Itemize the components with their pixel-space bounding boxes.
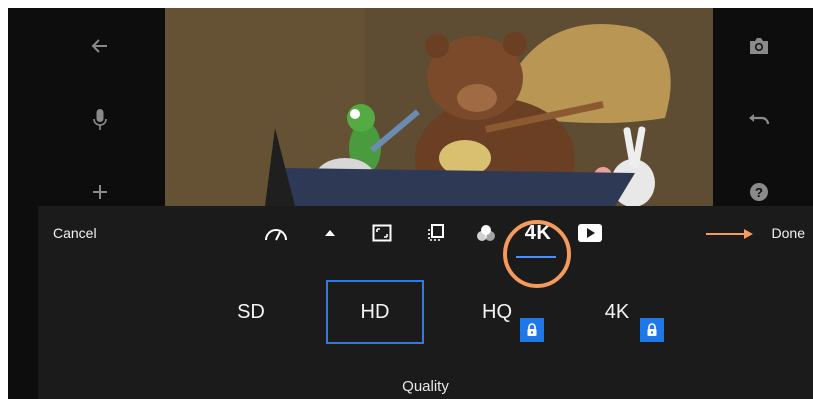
quality-option-label: HD: [360, 300, 390, 323]
right-rail: ?: [713, 8, 813, 206]
4k-quality-icon[interactable]: 4K: [518, 216, 558, 250]
quality-options: SD HD HQ 4K: [38, 260, 813, 360]
quality-title: Quality: [402, 378, 449, 395]
quality-option-label: HQ: [482, 300, 512, 323]
editor-frame: ? Cancel 4K Done SD HD HQ 4K Quality: [8, 8, 813, 399]
microphone-icon[interactable]: [80, 100, 120, 140]
done-button[interactable]: Done: [772, 225, 805, 241]
undo-icon[interactable]: [739, 100, 779, 140]
preview-artwork: [165, 8, 720, 206]
left-rail: [8, 8, 166, 206]
crop-frame-icon[interactable]: [418, 216, 454, 250]
camera-icon[interactable]: [739, 26, 779, 66]
quality-option-hd[interactable]: HD: [326, 280, 424, 344]
4k-tab-label: 4K: [524, 221, 552, 244]
speed-icon[interactable]: [258, 216, 294, 250]
lock-icon: [640, 318, 664, 342]
panel-toolbar: Cancel 4K Done: [38, 206, 813, 260]
svg-text:?: ?: [755, 185, 763, 200]
quality-panel: Cancel 4K Done SD HD HQ 4K Quality: [38, 206, 813, 399]
lock-icon: [520, 318, 544, 342]
play-icon[interactable]: [572, 216, 608, 250]
quality-option-sd[interactable]: SD: [218, 280, 284, 344]
filters-icon[interactable]: [468, 216, 504, 250]
triangle-up-icon[interactable]: [312, 216, 348, 250]
aspect-ratio-icon[interactable]: [364, 216, 400, 250]
quality-option-label: 4K: [604, 300, 630, 323]
back-arrow-icon[interactable]: [80, 26, 120, 66]
arrow-right-icon: [706, 229, 753, 239]
cancel-button[interactable]: Cancel: [53, 225, 97, 241]
active-tab-indicator: [516, 256, 556, 258]
quality-option-label: SD: [237, 300, 265, 323]
video-preview[interactable]: [165, 8, 720, 206]
